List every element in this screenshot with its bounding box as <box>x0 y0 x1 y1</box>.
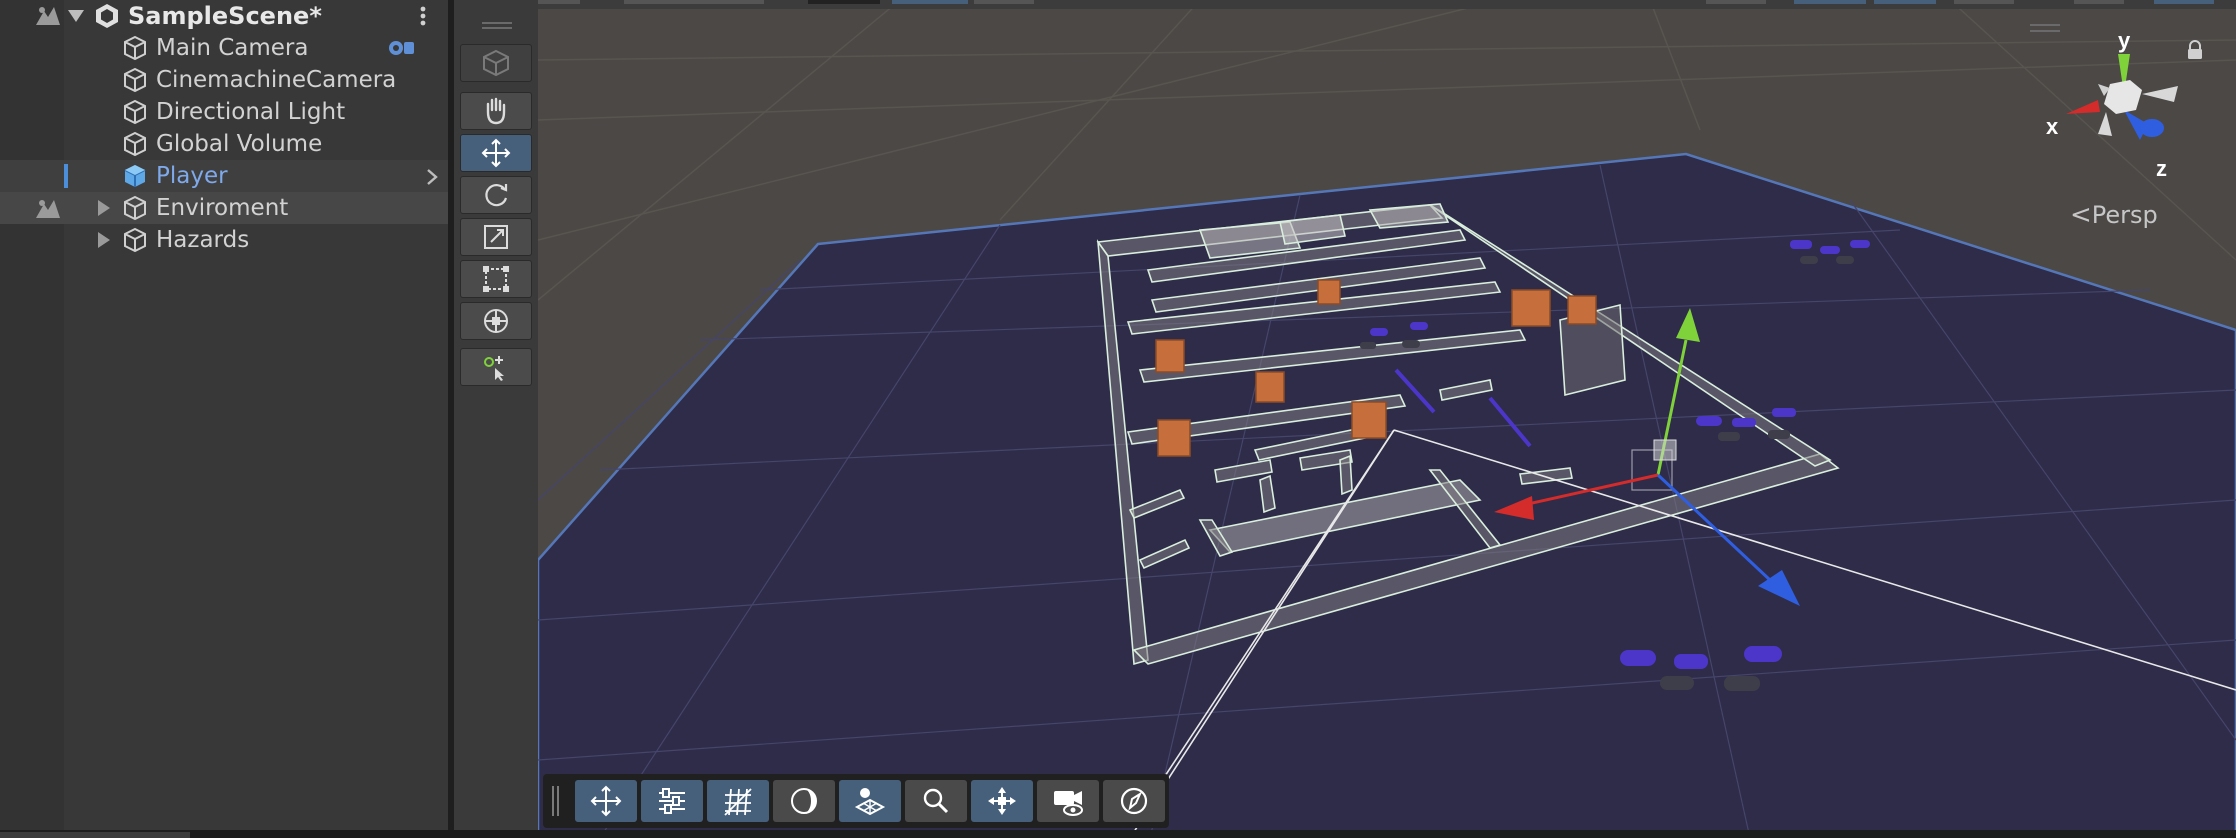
gameobject-cube-icon <box>124 195 146 221</box>
toolbar-button[interactable] <box>624 0 764 4</box>
expand-arrow-icon[interactable] <box>98 200 110 216</box>
hierarchy-item-cinemachine-camera[interactable]: CinemachineCamera <box>0 64 448 96</box>
toolbar-button[interactable] <box>1874 0 1936 4</box>
gizmos-button[interactable] <box>971 780 1033 822</box>
custom-tool-button[interactable] <box>460 348 532 386</box>
scene-name: SampleScene* <box>128 2 322 30</box>
scene-visibility-icon[interactable] <box>34 198 62 220</box>
scene-header-row[interactable]: SampleScene* <box>0 0 448 32</box>
custom-tool-icon <box>484 356 504 381</box>
hierarchy-item-label: Main Camera <box>156 35 309 61</box>
tool-settings-button[interactable] <box>641 780 703 822</box>
projection-toggle[interactable]: <Persp <box>2070 200 2158 230</box>
hierarchy-item-label: Global Volume <box>156 131 323 157</box>
lock-icon[interactable] <box>2186 40 2204 60</box>
unity-scene-icon <box>96 4 118 28</box>
hierarchy-item-enviroment[interactable]: Enviroment <box>0 192 448 224</box>
overlay-drag-handle[interactable] <box>552 786 554 816</box>
settings-sliders-icon <box>659 788 685 814</box>
scale-icon <box>484 225 508 249</box>
hierarchy-item-label: Hazards <box>156 227 250 253</box>
gizmo-z-label: z <box>2156 156 2167 181</box>
hierarchy-item-label: Directional Light <box>156 99 346 125</box>
expand-arrow-icon[interactable] <box>68 10 84 22</box>
projection-label: Persp <box>2091 201 2158 229</box>
grid-snapping-button[interactable] <box>707 780 769 822</box>
camera-visibility-button[interactable] <box>1037 780 1099 822</box>
hierarchy-item-player[interactable]: Player <box>0 160 448 192</box>
scene-toolbar-strip <box>454 0 2236 9</box>
hand-tool-button[interactable] <box>460 92 532 130</box>
gameobject-cube-icon <box>124 227 146 253</box>
rotate-tool-button[interactable] <box>460 176 532 214</box>
search-button[interactable] <box>905 780 967 822</box>
gizmo-y-label: y <box>2118 28 2131 53</box>
gizmo-icon <box>988 787 1016 815</box>
hand-icon <box>486 97 506 125</box>
toolbar-button[interactable] <box>892 0 968 4</box>
hierarchy-item-label: Enviroment <box>156 195 289 221</box>
hierarchy-panel: SampleScene* Main Camera CinemachineCame… <box>0 0 448 838</box>
selection-indicator <box>64 164 68 188</box>
toolbar-button[interactable] <box>2074 0 2124 4</box>
toolbar-button[interactable] <box>2154 0 2214 4</box>
hierarchy-item-directional-light[interactable]: Directional Light <box>0 96 448 128</box>
gameobject-cube-icon <box>124 35 146 61</box>
scene-menu-icon[interactable] <box>418 5 428 27</box>
rect-tool-button[interactable] <box>460 260 532 298</box>
toolbar-button[interactable] <box>974 0 1034 4</box>
hierarchy-item-hazards[interactable]: Hazards <box>0 224 448 256</box>
move-arrows-icon <box>481 138 511 168</box>
toolbar-button[interactable] <box>1794 0 1866 4</box>
window-bottom-edge <box>0 830 2236 838</box>
rect-transform-icon <box>483 266 509 292</box>
scene-overlay-toolbar <box>543 774 1169 828</box>
move-overlay-button[interactable] <box>575 780 637 822</box>
grid-icon <box>724 788 752 816</box>
view-cube-icon <box>483 49 509 77</box>
perspective-icon: < <box>2070 200 2092 230</box>
hierarchy-item-global-volume[interactable]: Global Volume <box>0 128 448 160</box>
orientation-button[interactable] <box>1103 780 1165 822</box>
gizmo-x-label: x <box>2046 114 2059 139</box>
toolbar-button[interactable] <box>1706 0 1766 4</box>
compass-icon <box>1120 787 1148 815</box>
toolbar-button[interactable] <box>808 0 880 4</box>
view-tool-button[interactable] <box>460 44 532 82</box>
hierarchy-item-label: Player <box>156 163 228 189</box>
prefab-cube-icon <box>124 165 146 187</box>
scene-visibility-icon[interactable] <box>34 5 62 27</box>
move-tool-button[interactable] <box>460 134 532 172</box>
gameobject-cube-icon <box>124 67 146 93</box>
shading-icon <box>791 788 817 814</box>
tools-overlay <box>454 0 538 838</box>
move-icon <box>590 785 622 817</box>
tools-drag-handle[interactable] <box>482 22 512 24</box>
transform-tool-button[interactable] <box>460 302 532 340</box>
rotate-icon <box>485 184 508 207</box>
camera-visibility-icon <box>1054 791 1083 816</box>
layers-visibility-button[interactable] <box>839 780 901 822</box>
scene-view[interactable]: <Persp y x z <box>538 0 2236 838</box>
layers-icon <box>854 788 886 816</box>
gameobject-cube-icon <box>124 131 146 157</box>
search-icon <box>923 788 949 814</box>
transform-icon <box>484 309 508 333</box>
expand-arrow-icon[interactable] <box>98 232 110 248</box>
scene-viewport[interactable] <box>538 0 2236 838</box>
toolbar-button[interactable] <box>1954 0 2014 4</box>
scale-tool-button[interactable] <box>460 218 532 256</box>
hierarchy-item-label: CinemachineCamera <box>156 67 397 93</box>
shading-mode-button[interactable] <box>773 780 835 822</box>
scrollbar-thumb[interactable] <box>0 832 190 838</box>
gameobject-cube-icon <box>124 99 146 125</box>
hierarchy-item-main-camera[interactable]: Main Camera <box>0 32 448 64</box>
open-prefab-chevron-icon[interactable] <box>426 168 438 186</box>
cinemachine-brain-icon <box>389 41 414 55</box>
